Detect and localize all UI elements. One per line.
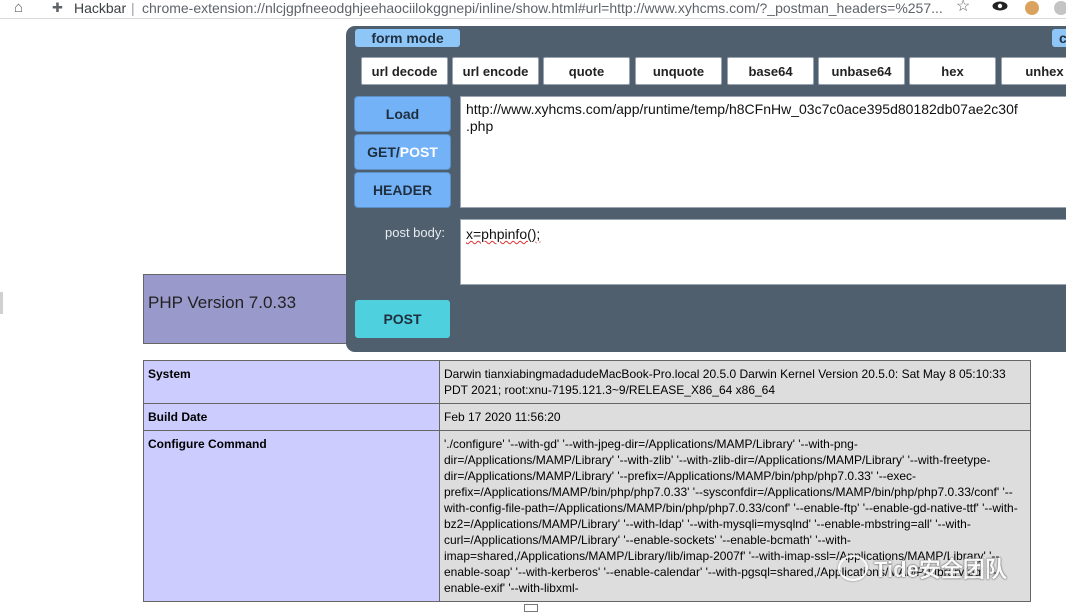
post-button[interactable]: POST (355, 300, 450, 338)
unbase64-button[interactable]: unbase64 (818, 57, 905, 85)
cookie-icon[interactable] (1025, 1, 1039, 15)
method-post-label: POST (399, 144, 438, 160)
php-version-title: PHP Version 7.0.33 (148, 293, 297, 312)
address-bar[interactable]: chrome-extension://nlcjgpfneeodghjeehaoc… (142, 0, 942, 16)
puzzle-icon: ✚ (52, 0, 63, 15)
quote-button[interactable]: quote (543, 57, 630, 85)
info-value: Darwin tianxiabingmadadudeMacBook-Pro.lo… (439, 360, 1031, 404)
extension-icon[interactable] (1054, 1, 1066, 15)
address-separator: | (131, 0, 135, 16)
wechat-logo-icon (838, 555, 868, 581)
unhex-button[interactable]: unhex (1001, 57, 1066, 85)
form-mode-toggle[interactable]: form mode (355, 29, 460, 47)
url-input[interactable]: http://www.xyhcms.com/app/runtime/temp/h… (460, 96, 1066, 208)
load-button[interactable]: Load (355, 97, 450, 131)
browser-toolbar: ⌂ ✚ Hackbar | chrome-extension://nlcjgpf… (0, 0, 1066, 19)
clear-button[interactable]: cl (1052, 29, 1066, 47)
info-key: Configure Command (143, 430, 440, 602)
watermark: Tide安全团队 (838, 552, 1007, 584)
method-toggle-button[interactable]: GET/POST (355, 135, 450, 169)
method-get-label: GET/ (367, 144, 400, 160)
post-body-value: x=phpinfo(); (466, 226, 541, 242)
star-icon[interactable]: ☆ (956, 0, 970, 15)
hex-button[interactable]: hex (909, 57, 996, 85)
extension-name: Hackbar (74, 0, 127, 16)
hackbar-panel: form mode cl url decode url encode quote… (346, 26, 1066, 352)
info-key: System (143, 360, 440, 404)
url-decode-button[interactable]: url decode (361, 57, 448, 85)
url-encode-button[interactable]: url encode (452, 57, 539, 85)
home-icon[interactable]: ⌂ (14, 0, 23, 16)
resize-handle[interactable] (524, 604, 538, 612)
table-row: Build Date Feb 17 2020 11:56:20 (143, 403, 1031, 431)
eye-icon[interactable] (992, 1, 1008, 11)
scroll-mark (0, 292, 3, 314)
post-body-input[interactable]: x=phpinfo(); (460, 219, 1066, 285)
watermark-text: Tide安全团队 (874, 557, 1007, 582)
url-line: .php (466, 118, 494, 134)
url-line: http://www.xyhcms.com/app/runtime/temp/h… (466, 101, 1018, 117)
post-body-label: post body: (385, 225, 445, 240)
info-key: Build Date (143, 403, 440, 431)
base64-button[interactable]: base64 (727, 57, 814, 85)
table-row: System Darwin tianxiabingmadadudeMacBook… (143, 360, 1031, 404)
header-button[interactable]: HEADER (355, 173, 450, 207)
unquote-button[interactable]: unquote (635, 57, 722, 85)
info-value: Feb 17 2020 11:56:20 (439, 403, 1031, 431)
